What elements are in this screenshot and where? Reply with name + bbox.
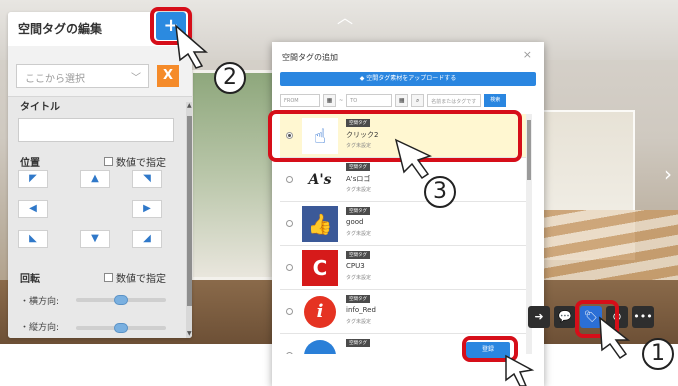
- callout-3: 3: [424, 176, 456, 208]
- position-numeric-label: 数値で指定: [116, 158, 166, 169]
- panel-scrollbar[interactable]: ▲ ▼: [186, 102, 192, 338]
- callout-1: 1: [642, 338, 674, 370]
- rotation-numeric-label: 数値で指定: [116, 274, 166, 285]
- vertical-label: ・縦方向:: [20, 323, 60, 333]
- vertical-slider-handle[interactable]: [114, 323, 128, 333]
- to-date-input[interactable]: TO: [346, 94, 393, 107]
- horizontal-slider-handle[interactable]: [114, 295, 128, 305]
- tag-select[interactable]: ここから選択 ﹀: [16, 64, 149, 88]
- scroll-down-icon[interactable]: ▼: [187, 330, 192, 337]
- scrollbar-thumb[interactable]: [527, 120, 531, 180]
- info-icon: i: [302, 294, 338, 330]
- search-button[interactable]: 検索: [484, 94, 507, 107]
- viewer: ︿ › 空間タグの編集 ここから選択 ﹀ X タイトル 位置 数値で指定 ◤ ▲…: [0, 0, 678, 386]
- move-down-button[interactable]: ▼: [80, 230, 110, 248]
- cursor-pointer-register: [505, 354, 535, 386]
- close-icon[interactable]: ×: [523, 48, 532, 61]
- cursor-pointer-3: [394, 138, 433, 180]
- title-label: タイトル: [20, 102, 60, 113]
- move-up-right-button[interactable]: ◥: [132, 170, 162, 188]
- highlight-selected-item: [268, 110, 522, 162]
- thumbs-up-icon: 👍: [302, 206, 338, 242]
- item-name: A'sロゴ: [346, 175, 371, 183]
- radio-button[interactable]: [286, 308, 293, 315]
- radio-button[interactable]: [286, 264, 293, 271]
- list-item[interactable]: 👍 空間タグ good タグ未設定: [280, 202, 526, 246]
- arrow-icon[interactable]: ➜: [528, 306, 550, 328]
- scroll-up-icon[interactable]: ▲: [187, 102, 192, 109]
- from-date-input[interactable]: FROM: [280, 94, 320, 107]
- move-down-left-button[interactable]: ◣: [18, 230, 48, 248]
- list-item[interactable]: i 空間タグ info_Red タグ未設定: [280, 290, 526, 334]
- chevron-right-icon[interactable]: ›: [664, 162, 672, 186]
- radio-button[interactable]: [286, 352, 293, 354]
- cursor-pointer-1: [599, 316, 631, 360]
- calendar-icon[interactable]: ▦: [323, 94, 336, 107]
- keyword-input[interactable]: 名前またはタグです: [427, 94, 482, 107]
- checkbox-icon: [104, 157, 113, 166]
- delete-tag-button[interactable]: X: [157, 65, 179, 87]
- checkbox-icon: [104, 273, 113, 282]
- radio-button[interactable]: [286, 220, 293, 227]
- chevron-down-icon: ﹀: [131, 73, 141, 84]
- callout-2: 2: [214, 62, 246, 94]
- category-badge: 空間タグ: [346, 163, 370, 171]
- window-left: [190, 70, 280, 280]
- list-item[interactable]: C 空間タグ CPU3 タグ未設定: [280, 246, 526, 290]
- rotation-numeric-checkbox[interactable]: 数値で指定: [104, 270, 166, 285]
- item-tag: タグ未設定: [346, 187, 372, 193]
- item-tag: タグ未設定: [346, 319, 372, 325]
- item-tag: タグ未設定: [346, 275, 372, 281]
- space-tag-edit-panel: 空間タグの編集 ここから選択 ﹀ X タイトル 位置 数値で指定 ◤ ▲ ◥ ◀…: [8, 12, 192, 338]
- cpu-logo-icon: C: [302, 250, 338, 286]
- move-right-button[interactable]: ▶: [132, 200, 162, 218]
- tag-select-row: ここから選択 ﹀ X: [16, 64, 179, 88]
- add-space-tag-dialog: 空間タグの追加 × ◆ 空間タグ素材をアップロードする FROM ▦ ~ TO …: [272, 42, 544, 386]
- as-logo-icon: A's: [302, 162, 338, 198]
- chevron-up-icon[interactable]: ︿: [336, 4, 354, 27]
- category-badge: 空間タグ: [346, 339, 370, 347]
- range-separator: ~: [339, 97, 344, 104]
- category-badge: 空間タグ: [346, 207, 370, 215]
- radio-button[interactable]: [286, 176, 293, 183]
- search-icon: ⌕: [411, 94, 425, 107]
- dialog-title: 空間タグの追加: [282, 53, 338, 62]
- move-left-button[interactable]: ◀: [18, 200, 48, 218]
- select-placeholder: ここから選択: [25, 74, 85, 85]
- item-name: CPU3: [346, 262, 365, 270]
- scrollbar-thumb[interactable]: [187, 116, 192, 306]
- item-name: info_Red: [346, 306, 376, 314]
- calendar-icon[interactable]: ▦: [395, 94, 409, 107]
- title-input[interactable]: [18, 118, 174, 142]
- item-tag: タグ未設定: [346, 231, 372, 237]
- info-blue-icon: [302, 338, 338, 354]
- category-badge: 空間タグ: [346, 251, 370, 259]
- comment-icon[interactable]: 💬: [554, 306, 576, 328]
- move-up-left-button[interactable]: ◤: [18, 170, 48, 188]
- item-name: good: [346, 218, 364, 226]
- category-badge: 空間タグ: [346, 295, 370, 303]
- rotation-label: 回転: [20, 274, 40, 285]
- position-numeric-checkbox[interactable]: 数値で指定: [104, 154, 166, 169]
- cursor-pointer-2: [175, 24, 209, 69]
- position-label: 位置: [20, 158, 40, 169]
- move-up-button[interactable]: ▲: [80, 170, 110, 188]
- move-down-right-button[interactable]: ◢: [132, 230, 162, 248]
- horizontal-label: ・横方向:: [20, 297, 60, 307]
- upload-tag-button[interactable]: ◆ 空間タグ素材をアップロードする: [280, 72, 536, 86]
- filter-row: FROM ▦ ~ TO ▦ ⌕ 名前またはタグです 検索: [280, 94, 507, 107]
